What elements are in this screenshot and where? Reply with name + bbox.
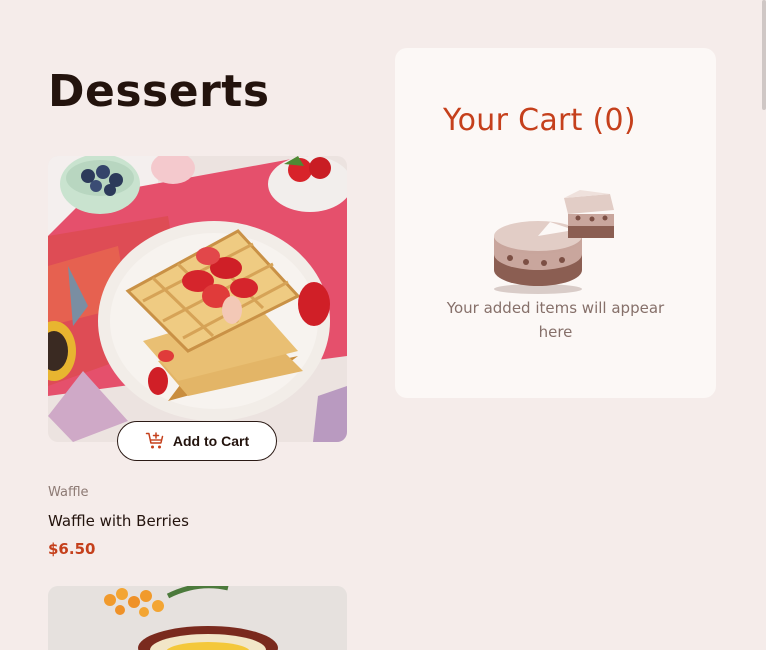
add-to-cart-icon [145, 432, 164, 449]
product-name: Waffle with Berries [48, 512, 189, 530]
cart-empty-line: here [538, 323, 573, 341]
product-card [48, 586, 347, 650]
product-image [48, 156, 347, 442]
add-to-cart-button[interactable]: Add to Cart [117, 421, 277, 461]
product-card: Add to Cart Waffle Waffle with Berries $… [48, 156, 347, 558]
page: Desserts Add to Cart Waffle Waffle with … [0, 0, 766, 650]
cart-empty-line: Your added items will appear [446, 299, 665, 317]
cart-empty-message: Your added items will appear here [395, 296, 716, 344]
add-to-cart-label: Add to Cart [172, 433, 250, 449]
product-category: Waffle [48, 485, 89, 500]
page-title: Desserts [48, 66, 270, 117]
product-image [48, 586, 347, 650]
cart-panel: Your Cart (0) Your added items will appe… [395, 48, 716, 398]
cake-illustration [494, 190, 614, 294]
cart-title: Your Cart (0) [443, 103, 636, 138]
scrollbar[interactable] [762, 0, 766, 110]
product-price: $6.50 [48, 540, 96, 558]
